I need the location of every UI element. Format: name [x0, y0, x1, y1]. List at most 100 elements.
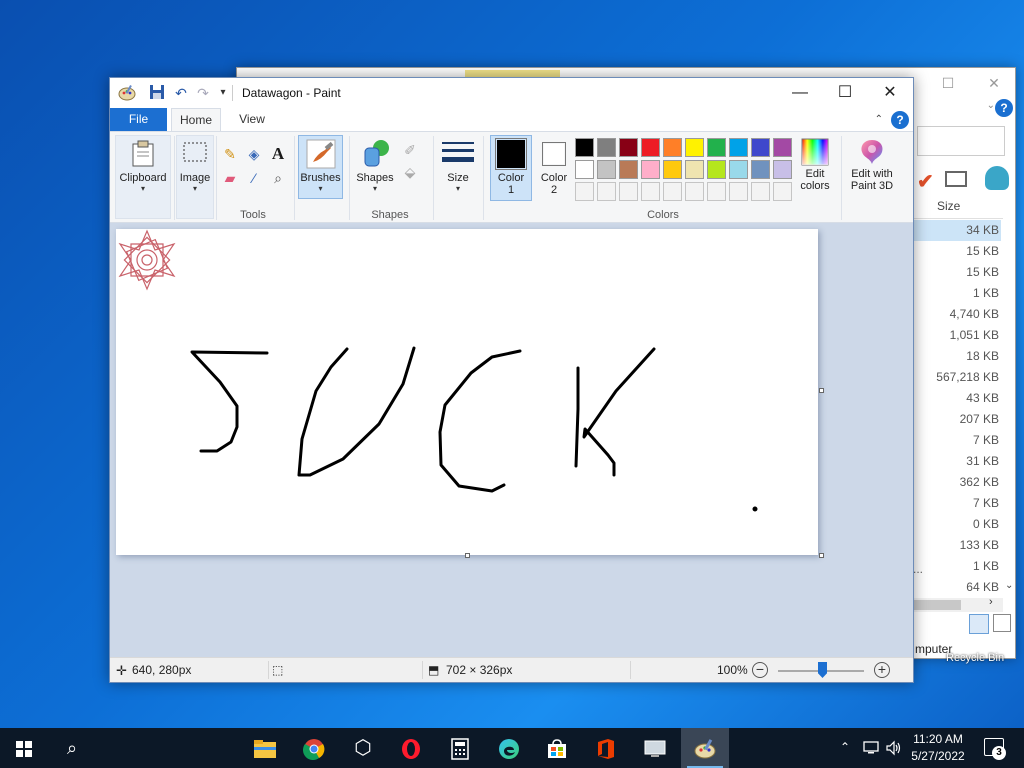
file-size-cell[interactable]: 64 KB	[913, 577, 1001, 598]
maximize-button[interactable]: ☐	[822, 78, 868, 108]
resize-handle-bottom[interactable]	[465, 553, 470, 558]
scroll-right-icon[interactable]: ›	[989, 596, 993, 608]
custom-color-slot[interactable]	[641, 182, 660, 201]
opera-icon[interactable]	[387, 728, 435, 768]
magnifier-icon[interactable]: ⌕	[268, 168, 288, 188]
custom-color-slot[interactable]	[751, 182, 770, 201]
customize-quick-access-icon[interactable]: ▾	[214, 84, 232, 102]
edit-colors-button[interactable]: Edit colors	[796, 135, 834, 201]
tab-file[interactable]: File	[110, 108, 167, 131]
undo-icon[interactable]: ↶	[172, 84, 190, 102]
file-size-cell[interactable]: 1 KB	[913, 283, 1001, 304]
explorer-close-icon[interactable]: ✕	[971, 72, 1017, 94]
color-picker-icon[interactable]: ⁄	[244, 168, 264, 188]
clipboard-button[interactable]: Clipboard ▾	[115, 135, 171, 219]
show-hidden-icons-chevron-icon[interactable]: ⌃	[840, 740, 850, 754]
file-size-cell[interactable]: 15 KB	[913, 241, 1001, 262]
cube-3d-icon[interactable]: ⬡	[339, 728, 387, 768]
chrome-icon[interactable]	[290, 728, 338, 768]
scroll-down-icon[interactable]: ⌄	[1005, 580, 1013, 591]
color-swatch[interactable]	[707, 138, 726, 157]
zoom-in-button[interactable]: +	[874, 662, 890, 678]
explorer-chevron-icon[interactable]: ⌄	[987, 100, 995, 111]
search-icon[interactable]: ⌕	[48, 728, 96, 768]
clock[interactable]: 11:20 AM 5/27/2022	[906, 731, 970, 765]
color-swatch[interactable]	[575, 160, 594, 179]
fill-icon[interactable]: ⬙	[400, 162, 420, 182]
paint-window[interactable]: ↶ ↷ ▾ Datawagon - Paint — ☐ ✕ File Home …	[109, 77, 914, 683]
color-swatch[interactable]	[597, 138, 616, 157]
shapes-button[interactable]: Shapes ▾	[354, 135, 396, 199]
paint-taskbar-icon[interactable]	[681, 728, 729, 768]
redo-icon[interactable]: ↷	[194, 84, 212, 102]
file-size-cell[interactable]: 7 KB	[913, 430, 1001, 451]
explorer-search-input[interactable]	[917, 126, 1005, 156]
custom-color-slot[interactable]	[663, 182, 682, 201]
file-size-cell[interactable]: 18 KB	[913, 346, 1001, 367]
color-swatch[interactable]	[773, 160, 792, 179]
tab-view[interactable]: View	[228, 108, 276, 131]
color-swatch[interactable]	[685, 160, 704, 179]
tab-home[interactable]: Home	[171, 108, 221, 131]
details-view-icon[interactable]	[969, 614, 989, 634]
file-size-cell[interactable]: 43 KB	[913, 388, 1001, 409]
custom-color-slot[interactable]	[619, 182, 638, 201]
file-size-cell[interactable]: 1 KB	[913, 556, 1001, 577]
file-size-cell[interactable]: 207 KB	[913, 409, 1001, 430]
image-button[interactable]: Image ▾	[176, 135, 214, 219]
color-swatch[interactable]	[663, 138, 682, 157]
resize-handle-right[interactable]	[819, 388, 824, 393]
start-button[interactable]	[0, 728, 48, 768]
close-button[interactable]: ✕	[867, 78, 913, 108]
custom-color-slot[interactable]	[685, 182, 704, 201]
resize-handle-corner[interactable]	[819, 553, 824, 558]
color-swatch[interactable]	[641, 138, 660, 157]
file-size-cell[interactable]: 133 KB	[913, 535, 1001, 556]
color-swatch[interactable]	[641, 160, 660, 179]
volume-icon[interactable]	[885, 740, 903, 759]
text-tool-icon[interactable]: A	[268, 144, 288, 164]
custom-color-slot[interactable]	[575, 182, 594, 201]
paint-app-icon[interactable]	[118, 84, 136, 102]
color-swatch[interactable]	[619, 160, 638, 179]
color-swatch[interactable]	[773, 138, 792, 157]
color-swatch[interactable]	[663, 160, 682, 179]
remote-desktop-icon[interactable]	[631, 728, 679, 768]
checkmark-icon[interactable]: ✔	[917, 169, 934, 194]
size-column-header[interactable]: Size	[937, 199, 960, 213]
file-size-cell[interactable]: 31 KB	[913, 451, 1001, 472]
file-size-cell[interactable]: 15 KB	[913, 262, 1001, 283]
explorer-maximize-icon[interactable]: ☐	[925, 72, 971, 94]
custom-color-slot[interactable]	[773, 182, 792, 201]
color2-button[interactable]: Color 2	[534, 135, 574, 201]
color-swatch[interactable]	[707, 160, 726, 179]
shell-icon[interactable]	[985, 166, 1009, 190]
file-size-cell[interactable]: 7 KB	[913, 493, 1001, 514]
recycle-bin-label[interactable]: Recycle Bin	[946, 652, 1004, 664]
network-icon[interactable]	[862, 740, 880, 759]
color1-button[interactable]: Color 1	[490, 135, 532, 201]
zoom-slider-thumb[interactable]	[818, 662, 827, 678]
color-swatch[interactable]	[729, 160, 748, 179]
color-swatch[interactable]	[751, 138, 770, 157]
file-size-cell[interactable]: 0 KB	[913, 514, 1001, 535]
thumbnail-view-icon[interactable]	[993, 614, 1011, 632]
color-swatch[interactable]	[575, 138, 594, 157]
file-size-cell[interactable]: 362 KB	[913, 472, 1001, 493]
canvas-area[interactable]	[110, 223, 913, 657]
collapse-ribbon-icon[interactable]: ⌃	[875, 114, 883, 125]
fill-bucket-icon[interactable]: ◈	[244, 144, 264, 164]
office-icon[interactable]	[582, 728, 630, 768]
zoom-out-button[interactable]: −	[752, 662, 768, 678]
outline-icon[interactable]: ✐	[400, 140, 420, 160]
color-swatch[interactable]	[729, 138, 748, 157]
drawing-canvas[interactable]	[116, 229, 818, 555]
paint-titlebar[interactable]: ↶ ↷ ▾ Datawagon - Paint — ☐ ✕	[110, 78, 913, 108]
color-swatch[interactable]	[685, 138, 704, 157]
color-swatch[interactable]	[597, 160, 616, 179]
file-size-cell[interactable]: 4,740 KB	[913, 304, 1001, 325]
file-size-cell[interactable]: 567,218 KB	[913, 367, 1001, 388]
color-swatch[interactable]	[751, 160, 770, 179]
calculator-icon[interactable]	[436, 728, 484, 768]
scrollbar-thumb[interactable]	[913, 600, 961, 610]
